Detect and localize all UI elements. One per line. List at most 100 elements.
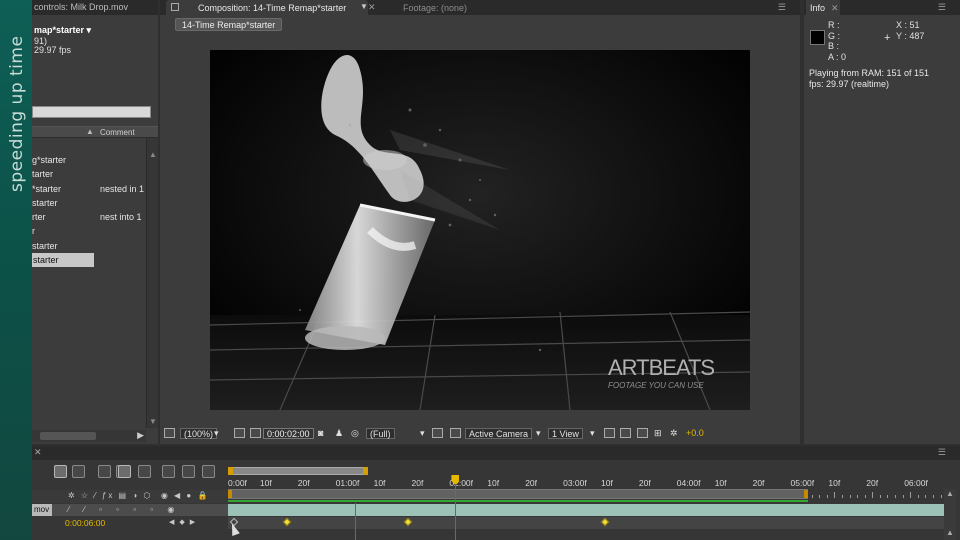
close-icon[interactable]: ✕ [34, 447, 42, 458]
crosshair-icon: + [884, 32, 891, 44]
project-horizontal-scrollbar[interactable]: ▶ [32, 430, 146, 442]
composition-duration-bar[interactable] [228, 489, 808, 499]
comp-mini-flowchart-icon[interactable] [54, 465, 67, 478]
timeline-panel: ✕ ☰ ✲ ☆ ⁄ ƒx ▤ ◑ ⬡ ◉ ◀ ● 🔒 mov ⁄ ⁄ ▫ ▫ ▫… [32, 446, 960, 540]
motion-blur-icon[interactable] [118, 465, 131, 478]
ruler-label: 06:00f [904, 478, 928, 488]
g-value: G : [828, 30, 841, 41]
composition-viewer[interactable]: ARTBEATS FOOTAGE YOU CAN USE [210, 50, 750, 410]
scroll-down-icon[interactable]: ▲ [946, 528, 954, 537]
project-list-item[interactable]: r [32, 224, 146, 238]
graph-editor-icon[interactable] [182, 465, 195, 478]
timeline-graph[interactable]: 0:00f 10f 20f 01:00f 10f 20f 02:00f 10f 20f 03:00… [228, 460, 960, 540]
auto-keyframe-icon[interactable] [162, 465, 175, 478]
exposure-icon[interactable]: ✲ [670, 428, 678, 439]
ruler-tick [834, 492, 836, 498]
time-remap-value[interactable]: 0:00:06:00 [65, 518, 105, 528]
project-item-name: starter [32, 240, 58, 251]
lock-icon[interactable] [171, 3, 179, 11]
snapshot-icon[interactable]: ◙ [318, 428, 323, 439]
project-list-item[interactable]: rter nest into 1 [32, 210, 146, 224]
layer-name[interactable]: mov [32, 504, 52, 516]
project-list-item[interactable]: starter [32, 239, 146, 253]
footage-tab[interactable]: Footage: (none) [403, 3, 467, 13]
close-icon[interactable]: ✕ [831, 3, 839, 14]
layer-duration-bar[interactable] [228, 504, 948, 516]
fast-previews-icon[interactable] [620, 428, 631, 438]
column-comment[interactable]: Comment [100, 128, 135, 137]
effect-controls-tab[interactable]: controls: Milk Drop.mov [34, 2, 128, 12]
zoom-select[interactable]: (100%) [180, 428, 218, 439]
project-list-item[interactable]: starter [32, 196, 146, 210]
ruler-minor-tick [826, 495, 828, 498]
work-area-start[interactable] [228, 467, 233, 475]
switch-icons: ✲ ☆ ⁄ ƒx ▤ ◑ ⬡ ◉ ◀ ● 🔒 [68, 491, 210, 500]
project-vertical-scrollbar[interactable]: ▲ ▼ [146, 138, 158, 428]
ruler-label: 20f [866, 478, 879, 488]
camera-select[interactable]: Active Camera [465, 428, 533, 439]
layer-row[interactable]: mov ⁄ ⁄ ▫ ▫ ▫ ▫ ◉ [32, 504, 228, 516]
chevron-down-icon[interactable]: ▾ [590, 428, 595, 439]
scroll-up-icon[interactable]: ▲ [149, 150, 157, 159]
time-remap-row[interactable]: 0:00:06:00 ◀◆▶ [32, 517, 228, 529]
preview-icon[interactable] [164, 428, 175, 438]
region-of-interest-icon[interactable] [432, 428, 443, 438]
ruler-minor-tick [932, 495, 934, 498]
project-search-input[interactable] [32, 106, 151, 118]
keyframe[interactable] [601, 517, 610, 527]
scroll-down-icon[interactable]: ▼ [149, 417, 157, 426]
exposure-value[interactable]: +0.0 [686, 428, 704, 439]
resolution-select[interactable]: (Full) [366, 428, 395, 439]
keyframe-navigator[interactable]: ◀◆▶ [169, 518, 200, 526]
grid-guides-icon[interactable] [234, 428, 245, 438]
chevron-down-icon[interactable]: ▾ [420, 428, 425, 439]
flowchart-icon[interactable]: ⊞ [654, 428, 662, 439]
composition-breadcrumb[interactable]: 14-Time Remap*starter [175, 18, 283, 31]
view-layout-select[interactable]: 1 View [548, 428, 583, 439]
artbeats-tagline: FOOTAGE YOU CAN USE [608, 381, 704, 390]
show-snapshot-icon[interactable]: ♟ [335, 428, 343, 439]
work-area-bar[interactable] [228, 467, 368, 475]
comp-end-marker[interactable] [804, 490, 808, 498]
mask-toggle-icon[interactable] [250, 428, 261, 438]
chevron-down-icon[interactable]: ▾ [536, 428, 541, 439]
sort-up-icon[interactable]: ▲ [86, 127, 94, 136]
composition-tab[interactable]: Composition: 14-Time Remap*starter ▼ [166, 0, 368, 15]
project-list-item[interactable]: starter [32, 253, 146, 268]
scroll-up-icon[interactable]: ▲ [946, 489, 954, 498]
work-area-end[interactable] [363, 467, 368, 475]
pixel-aspect-icon[interactable] [604, 428, 615, 438]
chevron-down-icon[interactable]: ▼ [360, 2, 368, 11]
hide-shy-layers-icon[interactable] [98, 465, 111, 478]
project-list-item[interactable]: *starter nested in 1 [32, 182, 146, 196]
project-item-fps: 29.97 fps [34, 45, 72, 55]
transparency-grid-icon[interactable] [450, 428, 461, 438]
timeline-vertical-scrollbar[interactable]: ▲ ▲ [944, 489, 956, 540]
keyframe-track[interactable] [228, 517, 948, 529]
keyframe[interactable] [404, 517, 413, 527]
chevron-down-icon[interactable]: ▾ [214, 428, 219, 439]
keyframe[interactable] [282, 517, 292, 527]
close-icon[interactable]: ✕ [368, 2, 376, 13]
project-list-item[interactable]: tarter [32, 167, 146, 181]
ruler-label: 0:00f [228, 478, 247, 488]
scroll-right-icon[interactable]: ▶ [137, 430, 144, 441]
scroll-thumb[interactable] [40, 432, 96, 440]
panel-menu-icon[interactable]: ☰ [938, 2, 946, 13]
comp-start-marker[interactable] [228, 490, 232, 498]
project-item-title[interactable]: map*starter ▾ [34, 25, 91, 36]
brainstorm-icon[interactable] [138, 465, 151, 478]
panel-menu-icon[interactable]: ☰ [938, 447, 946, 458]
layer-switches[interactable]: ⁄ ⁄ ▫ ▫ ▫ ▫ ◉ [68, 505, 180, 514]
switches-header: ✲ ☆ ⁄ ƒx ▤ ◑ ⬡ ◉ ◀ ● 🔒 [32, 490, 228, 503]
timeline-icon[interactable] [637, 428, 648, 438]
current-time-display[interactable]: 0:00:02:00 [263, 428, 314, 439]
render-icon[interactable] [202, 465, 215, 478]
ruler-minor-tick [940, 495, 942, 498]
project-list-item[interactable]: g*starter [32, 153, 146, 167]
ruler-minor-tick [879, 495, 881, 498]
draft-3d-icon[interactable] [72, 465, 85, 478]
panel-menu-icon[interactable]: ☰ [778, 2, 786, 13]
channel-icon[interactable]: ◎ [351, 428, 359, 439]
info-tab[interactable]: Info ✕ [806, 0, 840, 15]
